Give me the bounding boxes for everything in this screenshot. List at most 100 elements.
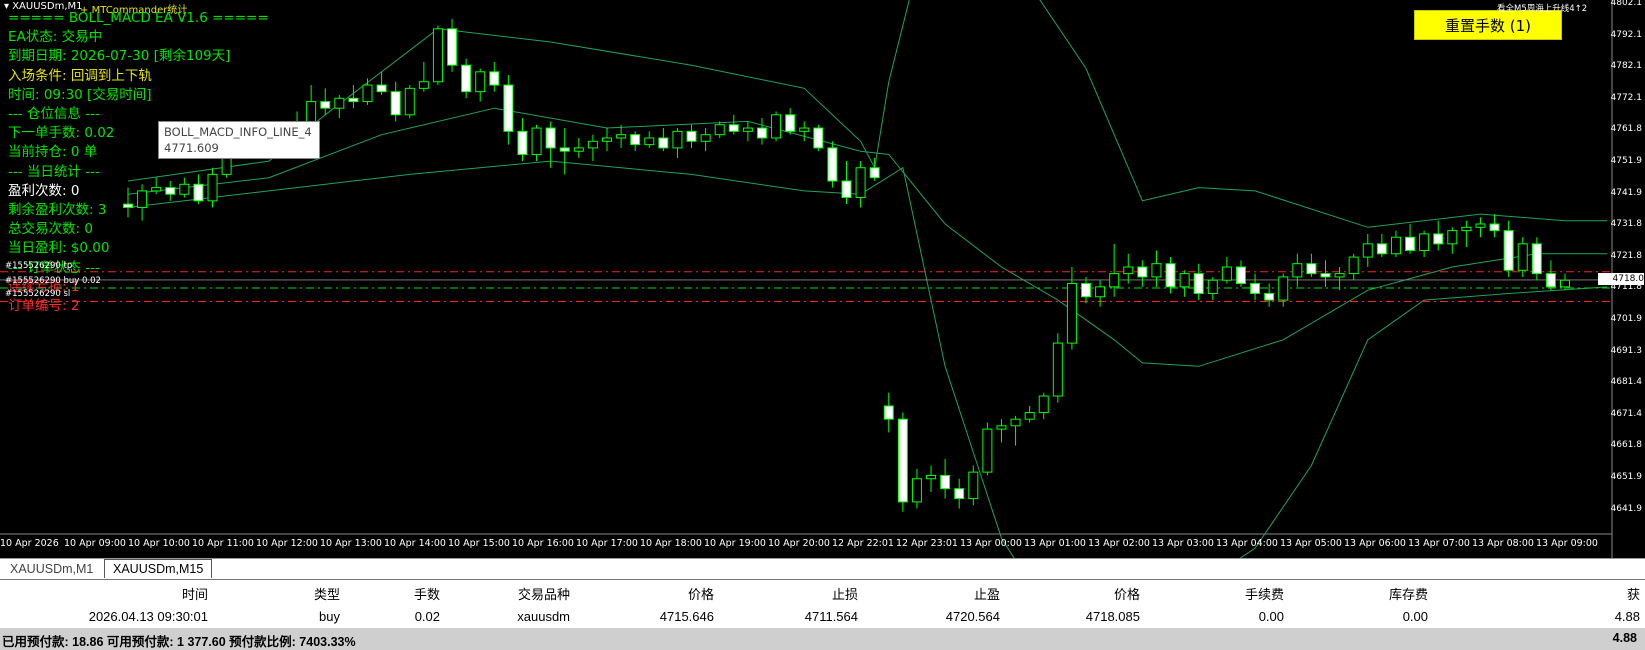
candle-bullish [475,71,486,93]
ea-info-line: 盈利次数: 0 [8,182,80,199]
table-cell: xauusdm [517,609,570,624]
candle-bullish [742,127,753,132]
candle-bearish [1165,263,1176,288]
candle-bullish [1123,266,1134,275]
candle-bullish [1109,273,1120,288]
table-header-cell[interactable]: 获 [1627,584,1640,603]
tab-xauusdm-m1[interactable]: XAUUSDm,M1 [2,560,101,578]
price-axis-label: 4691.3 [1610,345,1643,356]
candle-bullish [982,428,993,473]
candle-bullish [714,124,725,136]
candle-bullish [1362,243,1373,258]
candle-bullish [644,137,655,146]
ea-info-line: 订单编号: 2 [8,298,80,314]
price-axis-label: 4751.9 [1610,156,1643,166]
price-axis-label: 4802.1 [1610,0,1643,8]
time-axis-label: 10 Apr 20:00 [768,538,830,549]
candle-bearish [869,167,880,179]
candle-bearish [390,91,401,116]
candle-bullish [1052,342,1063,397]
table-header-cell[interactable]: 止盈 [974,584,1000,603]
candle-bullish [334,97,345,109]
top-right-note: 看全M5周海上升线4↑2 [1497,4,1588,14]
candle-bullish [1151,263,1162,278]
chart-canvas[interactable] [0,0,1645,558]
candle-bearish [1264,292,1275,301]
candle-bullish [207,173,218,202]
candle-bullish [587,140,598,149]
table-header-cell[interactable]: 手续费 [1245,584,1284,603]
table-header-cell[interactable]: 交易品种 [518,584,570,603]
candle-bullish [616,134,627,139]
table-header-cell[interactable]: 手数 [414,584,440,603]
time-axis-label: 13 Apr 04:00 [1216,538,1278,549]
candle-bullish [1207,279,1218,294]
candle-bearish [686,130,697,142]
candle-bullish [926,474,937,480]
table-header-cell[interactable]: 库存费 [1389,584,1428,603]
table-cell: 4.88 [1614,609,1640,624]
candle-bearish [517,130,528,156]
candle-bearish [897,418,908,503]
candle-bearish [545,127,556,149]
candle-bullish [1419,233,1430,251]
candle-bullish [1390,236,1401,255]
time-axis-label: 13 Apr 01:00 [1024,538,1086,549]
tp-order-label[interactable]: #155526290 tp [5,261,72,271]
candle-bullish [968,471,979,500]
table-header-cell[interactable]: 止损 [832,584,858,603]
table-header-cell[interactable]: 时间 [182,584,208,603]
candle-bearish [193,183,204,202]
candle-bullish [1292,263,1303,278]
candle-bearish [1320,273,1331,278]
time-axis-label: 10 Apr 09:00 [64,538,126,549]
tab-xauusdm-m15[interactable]: XAUUSDm,M15 [104,559,213,578]
candle-bearish [756,127,767,139]
sl-order-label[interactable]: #155526290 sl [5,289,70,299]
candle-bullish [1475,223,1486,228]
candle-bullish [531,127,542,156]
candle-bearish [376,84,387,93]
reset-lots-button[interactable]: 重置手数 (1) [1414,10,1562,40]
table-cell: 4720.564 [945,609,1000,624]
table-header-cell[interactable]: 价格 [1114,584,1140,603]
price-axis-label: 4661.8 [1610,440,1643,451]
candle-bearish [940,474,951,490]
candle-bullish [137,190,148,208]
object-tooltip: BOLL_MACD_INFO_LINE_4 4771.609 [158,121,320,159]
time-axis-label: 13 Apr 09:00 [1536,538,1598,549]
candle-bearish [1489,223,1500,232]
candle-bullish [700,134,711,142]
time-axis-label: 13 Apr 05:00 [1280,538,1342,549]
candle-bullish [1560,279,1570,288]
candle-bearish [827,147,838,182]
ea-info-line: --- 仓位信息 --- [8,106,100,122]
buy-order-label[interactable]: #155526290 buy 0.02 [5,276,101,286]
price-axis-label: 4772.1 [1610,92,1643,103]
candle-bullish [1179,273,1190,288]
ea-info-line: EA状态: 交易中 [8,29,103,46]
price-chart[interactable]: ▾ XAUUSDm,M1 + MTCommander统计 ===== BOLL_… [0,0,1645,558]
candle-bearish [841,180,852,199]
table-cell: buy [319,609,340,624]
candle-bearish [1137,266,1148,278]
time-axis-label: 10 Apr 2026 [0,538,59,549]
table-header-cell[interactable]: 类型 [314,584,340,603]
candle-bullish [1278,276,1289,301]
time-axis-label: 10 Apr 15:00 [448,538,510,549]
time-axis-label: 10 Apr 14:00 [384,538,446,549]
time-axis-label: 13 Apr 07:00 [1408,538,1470,549]
positions-table: 时间 类型 手数 交易品种 价格 止损 止盈 价格 手续费 库存费 获 2026.04.13 09:… [0,580,1645,628]
candle-bullish [771,114,782,139]
time-axis-label: 10 Apr 11:00 [192,538,254,549]
price-axis-label: 4792.1 [1610,29,1643,40]
time-axis-label: 10 Apr 18:00 [640,538,702,549]
table-cell: 4711.564 [804,609,858,624]
table-header-cell[interactable]: 价格 [688,584,714,603]
candle-bullish [573,147,584,152]
candle-bearish [1545,273,1556,288]
candle-bullish [602,137,612,142]
tooltip-object-value: 4771.609 [164,141,219,155]
candle-bearish [559,147,570,152]
price-axis-label: 4701.9 [1610,314,1643,324]
